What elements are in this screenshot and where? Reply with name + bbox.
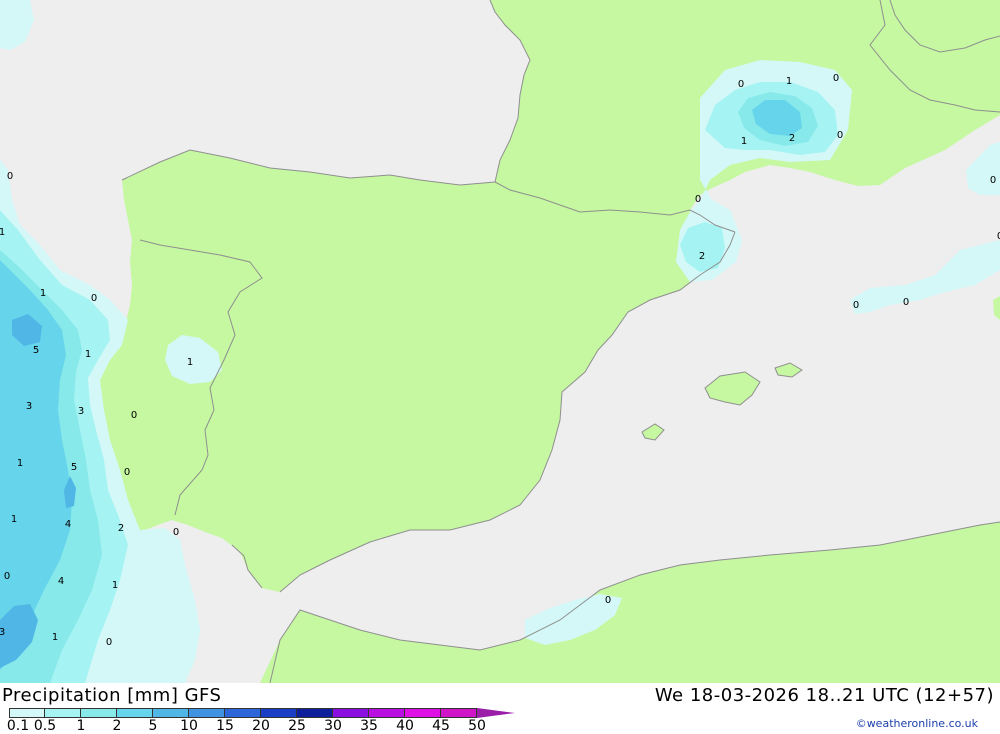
legend-swatch	[333, 708, 369, 718]
legend-swatch	[81, 708, 117, 718]
map-title: Precipitation [mm] GFS	[2, 685, 222, 706]
contour-value-label: 1	[17, 458, 23, 469]
legend-swatch	[405, 708, 441, 718]
contour-value-label: 0	[7, 171, 13, 182]
contour-value-label: 0	[4, 571, 10, 582]
legend-tick-label: 50	[468, 718, 486, 734]
contour-value-label: 4	[58, 576, 64, 587]
contour-value-label: 0	[131, 410, 137, 421]
contour-value-label: 2	[699, 251, 705, 262]
contour-value-label: 1	[741, 136, 747, 147]
contour-value-label: 1	[112, 580, 118, 591]
legend-swatch	[189, 708, 225, 718]
legend-arrow	[477, 708, 515, 718]
contour-value-label: 0	[695, 194, 701, 205]
contour-value-label: 0	[833, 73, 839, 84]
contour-value-label: 2	[118, 523, 124, 534]
contour-value-label: 1	[40, 288, 46, 299]
contour-value-label: 0	[837, 130, 843, 141]
legend-swatch	[261, 708, 297, 718]
contour-value-label: 5	[71, 462, 77, 473]
legend-tick-label: 1	[76, 718, 86, 734]
legend-tick-label: 40	[396, 718, 414, 734]
legend-swatch	[153, 708, 189, 718]
contour-value-label: 3	[78, 406, 84, 417]
contour-value-label: 0	[124, 467, 130, 478]
contour-value-label: 0	[738, 79, 744, 90]
legend-tick-label: 20	[252, 718, 270, 734]
contour-value-label: 5	[33, 345, 39, 356]
legend-tick-label: 35	[360, 718, 378, 734]
legend-tick-label: 0.5	[33, 718, 57, 734]
legend-tick-label: 45	[432, 718, 450, 734]
legend-labels: 0.1 0.5 1 2 5 10 15 20 25 30 35 40 45 50	[0, 719, 520, 733]
legend-swatch	[45, 708, 81, 718]
legend-swatch	[369, 708, 405, 718]
legend-swatch	[441, 708, 477, 718]
credit-link[interactable]: ©weatheronline.co.uk	[856, 717, 978, 730]
contour-value-label: 1	[52, 632, 58, 643]
valid-time: We 18-03-2026 18..21 UTC (12+57)	[654, 685, 994, 706]
contour-value-label: 1	[187, 357, 193, 368]
contour-value-label: 3	[26, 401, 32, 412]
footer: Precipitation [mm] GFS We 18-03-2026 18.…	[0, 683, 1000, 733]
contour-value-label: 4	[65, 519, 71, 530]
contour-value-label: 0	[853, 300, 859, 311]
contour-value-label: 0	[106, 637, 112, 648]
legend-tick-label: 0.1	[6, 718, 30, 734]
legend-swatch	[9, 708, 45, 718]
legend-tick-label: 30	[324, 718, 342, 734]
legend-tick-label: 10	[180, 718, 198, 734]
map[interactable]: 010120002000110513301501420041310001	[0, 0, 1000, 683]
contour-value-label: 0	[173, 527, 179, 538]
legend-tick-label: 15	[216, 718, 234, 734]
contour-value-label: 2	[789, 133, 795, 144]
legend-tick-label: 5	[148, 718, 158, 734]
legend-swatch	[117, 708, 153, 718]
contour-value-label: 1	[0, 227, 5, 238]
precip-legend	[9, 708, 515, 718]
contour-value-label: 3	[0, 627, 5, 638]
contour-value-label: 1	[11, 514, 17, 525]
legend-tick-label: 2	[112, 718, 122, 734]
contour-value-label: 0	[605, 595, 611, 606]
legend-tick-label: 25	[288, 718, 306, 734]
contour-value-label: 0	[91, 293, 97, 304]
legend-swatch	[297, 708, 333, 718]
contour-value-label: 1	[786, 76, 792, 87]
legend-swatch	[225, 708, 261, 718]
contour-value-label: 0	[990, 175, 996, 186]
contour-value-label: 1	[85, 349, 91, 360]
contour-value-label: 0	[903, 297, 909, 308]
